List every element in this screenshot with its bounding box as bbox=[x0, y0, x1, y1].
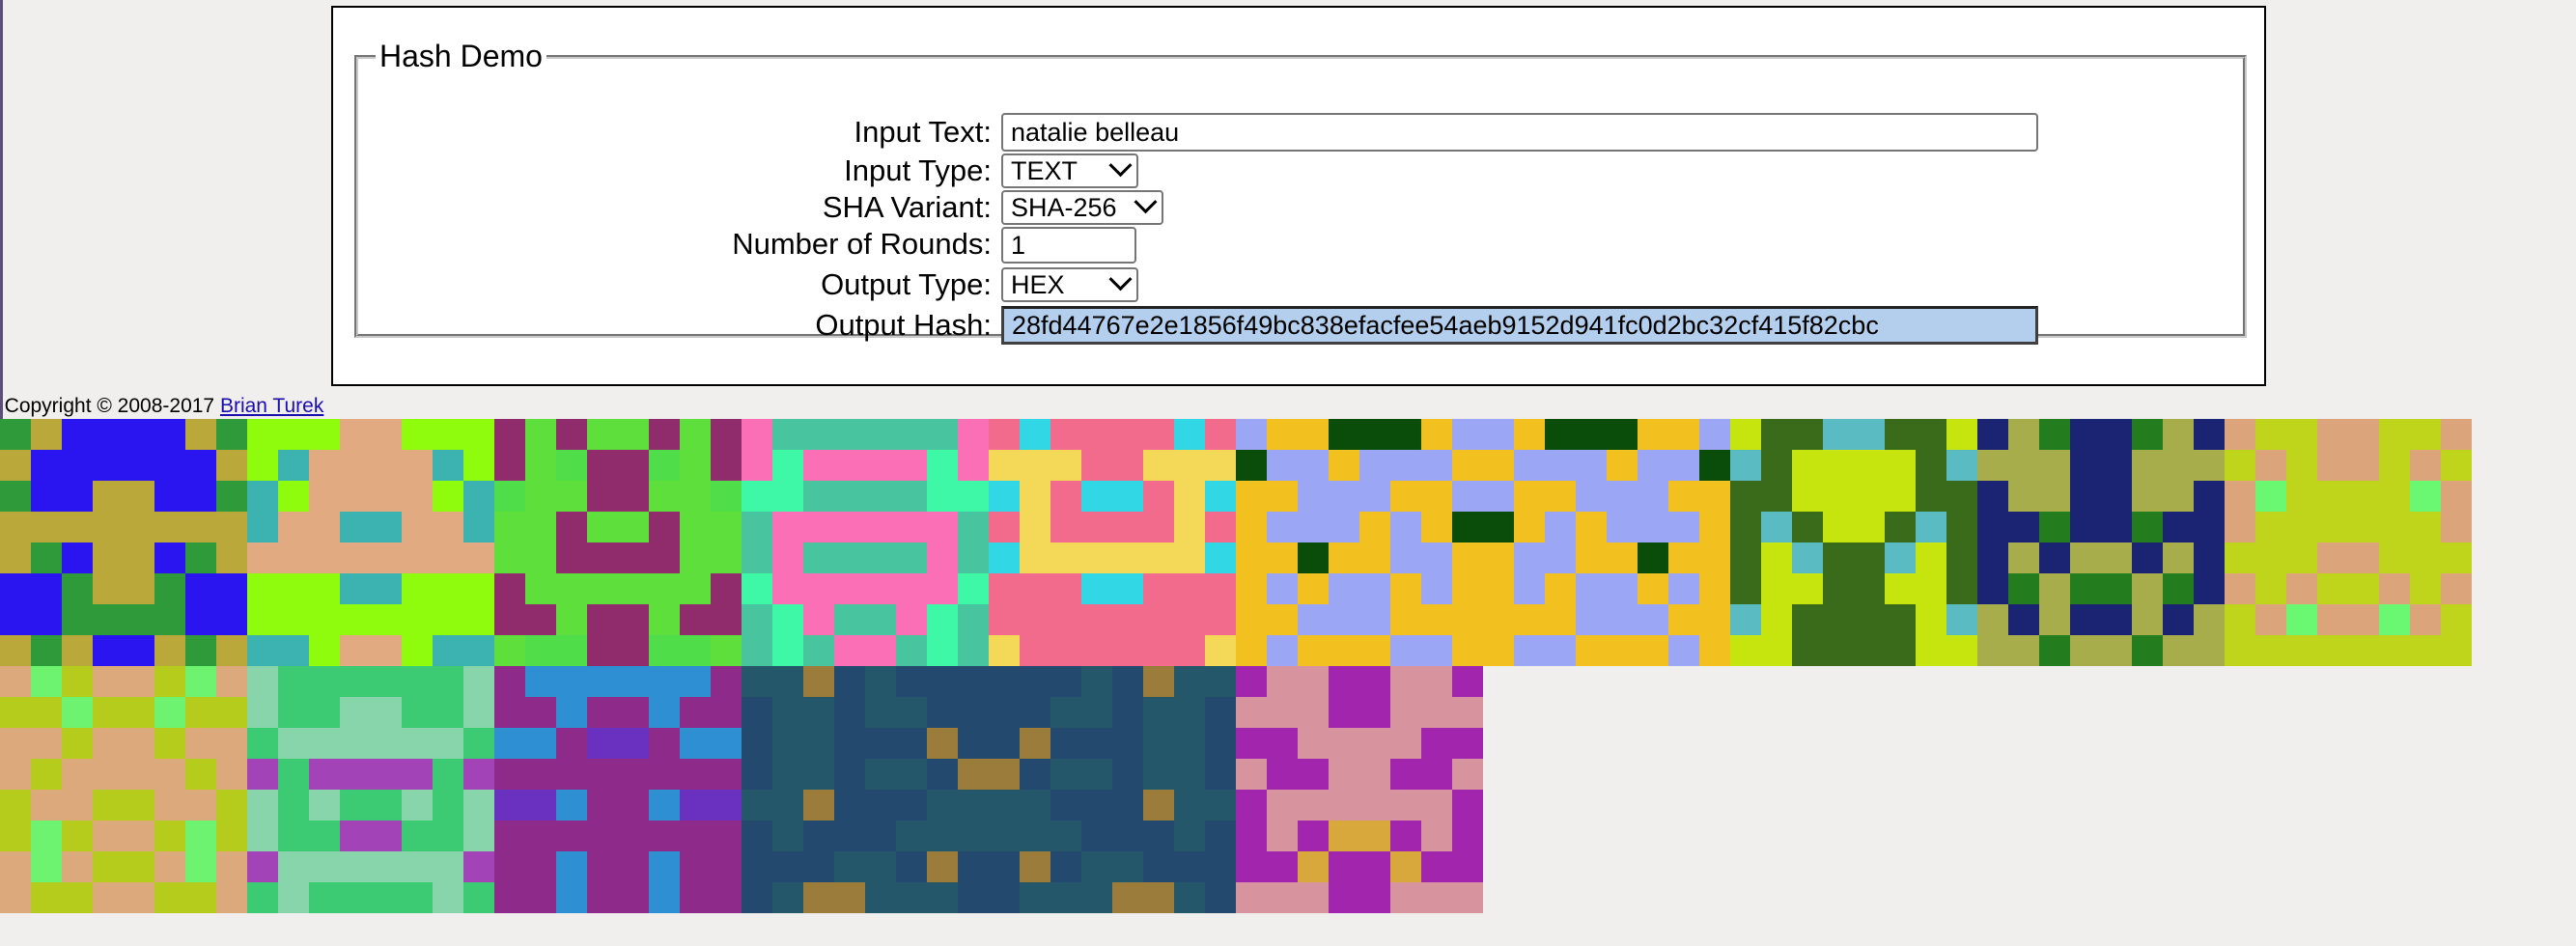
output-hash-field[interactable]: 28fd44767e2e1856f49bc838efacfee54aeb9152… bbox=[1001, 306, 2038, 345]
author-link[interactable]: Brian Turek bbox=[220, 395, 323, 417]
output-hash-label: Output Hash: bbox=[815, 308, 992, 342]
input-type-value: TEXT bbox=[1011, 156, 1078, 185]
chevron-down-icon bbox=[1108, 267, 1133, 292]
hash-demo-fieldset: Hash Demo Input Text: natalie belleau In… bbox=[354, 39, 2247, 345]
identicon-9 bbox=[2225, 419, 2472, 666]
output-type-value: HEX bbox=[1011, 270, 1065, 299]
identicon-3 bbox=[494, 419, 742, 666]
identicon-2 bbox=[247, 419, 494, 666]
identicon-12 bbox=[494, 666, 742, 913]
copyright-footer: Copyright © 2008-2017 Brian Turek bbox=[0, 395, 1564, 418]
output-type-select[interactable]: HEX bbox=[1001, 267, 1138, 302]
identicon-5 bbox=[989, 419, 1236, 666]
identicon-7 bbox=[1730, 419, 1977, 666]
sha-variant-label: SHA Variant: bbox=[822, 190, 992, 224]
input-type-select[interactable]: TEXT bbox=[1001, 153, 1138, 188]
identicon-6 bbox=[1236, 419, 1730, 666]
identicon-4 bbox=[742, 419, 989, 666]
hash-demo-legend: Hash Demo bbox=[379, 39, 543, 73]
hash-demo-panel: Hash Demo Input Text: natalie belleau In… bbox=[331, 6, 2266, 386]
copyright-text: Copyright © 2008-2017 bbox=[4, 395, 215, 417]
output-type-label: Output Type: bbox=[821, 267, 992, 301]
input-text-label: Input Text: bbox=[854, 115, 992, 149]
identicon-14 bbox=[1236, 666, 1483, 913]
window-edge bbox=[0, 0, 3, 425]
chevron-down-icon bbox=[1134, 190, 1158, 214]
input-type-label: Input Type: bbox=[844, 153, 992, 187]
identicon-13 bbox=[742, 666, 1236, 913]
identicon-11 bbox=[247, 666, 494, 913]
chevron-down-icon bbox=[1108, 153, 1133, 178]
sha-variant-select[interactable]: SHA-256 bbox=[1001, 190, 1163, 225]
identicon-8 bbox=[1977, 419, 2225, 666]
identicon-10 bbox=[0, 666, 247, 913]
identicon-1 bbox=[0, 419, 247, 666]
rounds-field[interactable]: 1 bbox=[1001, 227, 1136, 264]
input-text-field[interactable]: natalie belleau bbox=[1001, 113, 2038, 152]
sha-variant-value: SHA-256 bbox=[1011, 193, 1117, 222]
rounds-label: Number of Rounds: bbox=[732, 227, 992, 261]
